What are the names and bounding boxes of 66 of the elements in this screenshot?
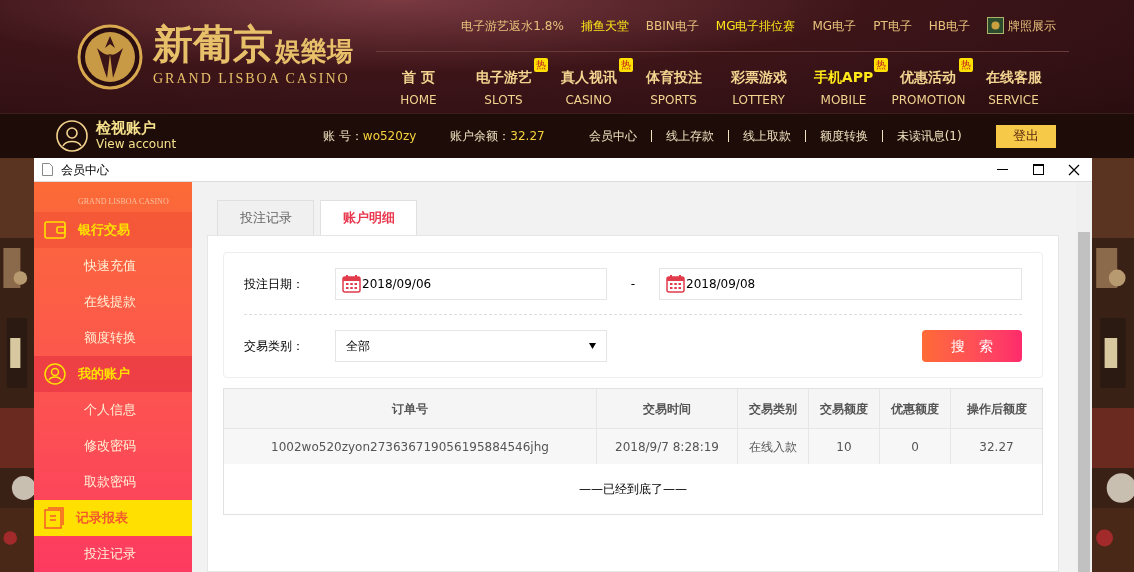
table-cell-text: 32.27 (978, 438, 1015, 456)
nav-item[interactable]: 手机APP MOBILE (813, 68, 874, 108)
balance-label: 账户余额： (450, 129, 511, 143)
top-link[interactable]: HB电子 (928, 16, 970, 35)
nav-item[interactable]: 真人视讯 CASINO (560, 68, 617, 108)
document-icon (42, 163, 53, 176)
hot-badge: 热 (619, 58, 633, 72)
logo-title: 新葡京 (153, 24, 273, 64)
date-separator: - (629, 275, 637, 293)
top-link[interactable]: BBIN电子 (645, 16, 699, 35)
column-header: 订单号 (224, 389, 597, 428)
logo-emblem-icon (77, 23, 143, 90)
account-value: wo520zy (362, 129, 417, 143)
tab[interactable]: 账户明细 (320, 200, 417, 236)
table-cell: 1002wo520zyon273636719056195884546jhg (224, 429, 597, 464)
logo-english: GRAND LISBOA CASINO (153, 70, 351, 88)
tab[interactable]: 投注记录 (217, 200, 314, 236)
table-cell: 0 (880, 429, 951, 464)
date-from-field[interactable]: 2018/09/06 (335, 267, 607, 300)
end-of-list-text: ——已经到底了—— (579, 481, 687, 498)
logo-subtitle: 娱樂場 (275, 38, 353, 64)
top-link[interactable]: PT电子 (873, 16, 912, 35)
top-link[interactable]: 电子游艺返水1.8% (461, 16, 564, 35)
user-icon (44, 363, 66, 385)
account-link[interactable]: 线上存款 (665, 127, 714, 145)
dropdown-icon (589, 343, 596, 349)
column-header: 交易类别 (738, 389, 809, 428)
balance-value: 32.27 (510, 129, 545, 143)
hot-badge: 热 (534, 58, 548, 72)
user-icon (56, 120, 88, 152)
account-link[interactable]: 会员中心 (588, 127, 637, 145)
hot-badge: 热 (959, 58, 973, 72)
calendar-icon (342, 274, 361, 293)
calendar-icon (666, 274, 685, 293)
table-cell: 在线入款 (738, 429, 809, 464)
wallet-icon (44, 221, 66, 239)
nav-item[interactable]: 在线客服 SERVICE (985, 68, 1042, 108)
column-header: 交易时间 (597, 389, 738, 428)
top-link[interactable]: 牌照展示 (1008, 16, 1056, 35)
type-label: 交易类别： (244, 338, 305, 355)
table-cell: 2018/9/7 8:28:19 (597, 429, 738, 464)
top-link[interactable]: MG电子 (812, 16, 857, 35)
column-header: 交易额度 (809, 389, 880, 428)
nav-item[interactable]: 电子游艺 SLOTS (475, 68, 532, 108)
report-icon (44, 507, 64, 529)
table-cell: 10 (809, 429, 880, 464)
top-link[interactable]: 捕鱼天堂 (580, 16, 629, 35)
type-select[interactable]: 全部 (335, 330, 607, 362)
window-title: 会员中心 (61, 161, 109, 179)
logout-button[interactable]: 登出 (996, 124, 1056, 148)
account-link[interactable]: 未读讯息(1) (896, 127, 962, 145)
column-header: 优惠额度 (880, 389, 951, 428)
nav-item[interactable]: 彩票游戏 LOTTERY (730, 68, 787, 108)
account-link[interactable]: 线上取款 (742, 127, 791, 145)
hot-badge: 热 (874, 58, 888, 72)
account-link[interactable]: 额度转换 (819, 127, 868, 145)
nav-item[interactable]: 体育投注 SPORTS (645, 68, 702, 108)
top-link[interactable]: MG电子排位赛 (715, 16, 796, 35)
date-label: 投注日期： (244, 275, 305, 293)
nav-item[interactable]: 首 页 HOME (400, 68, 437, 108)
account-label: 账 号： (323, 129, 363, 143)
column-header: 操作后额度 (965, 400, 1028, 418)
badge-icon (987, 17, 1004, 34)
sidebar-logo-text: GRAND LISBOA CASINO (78, 196, 169, 208)
date-to-field[interactable]: 2018/09/08 (659, 267, 1022, 300)
view-account-link[interactable]: 检视账户 View account (96, 120, 177, 152)
